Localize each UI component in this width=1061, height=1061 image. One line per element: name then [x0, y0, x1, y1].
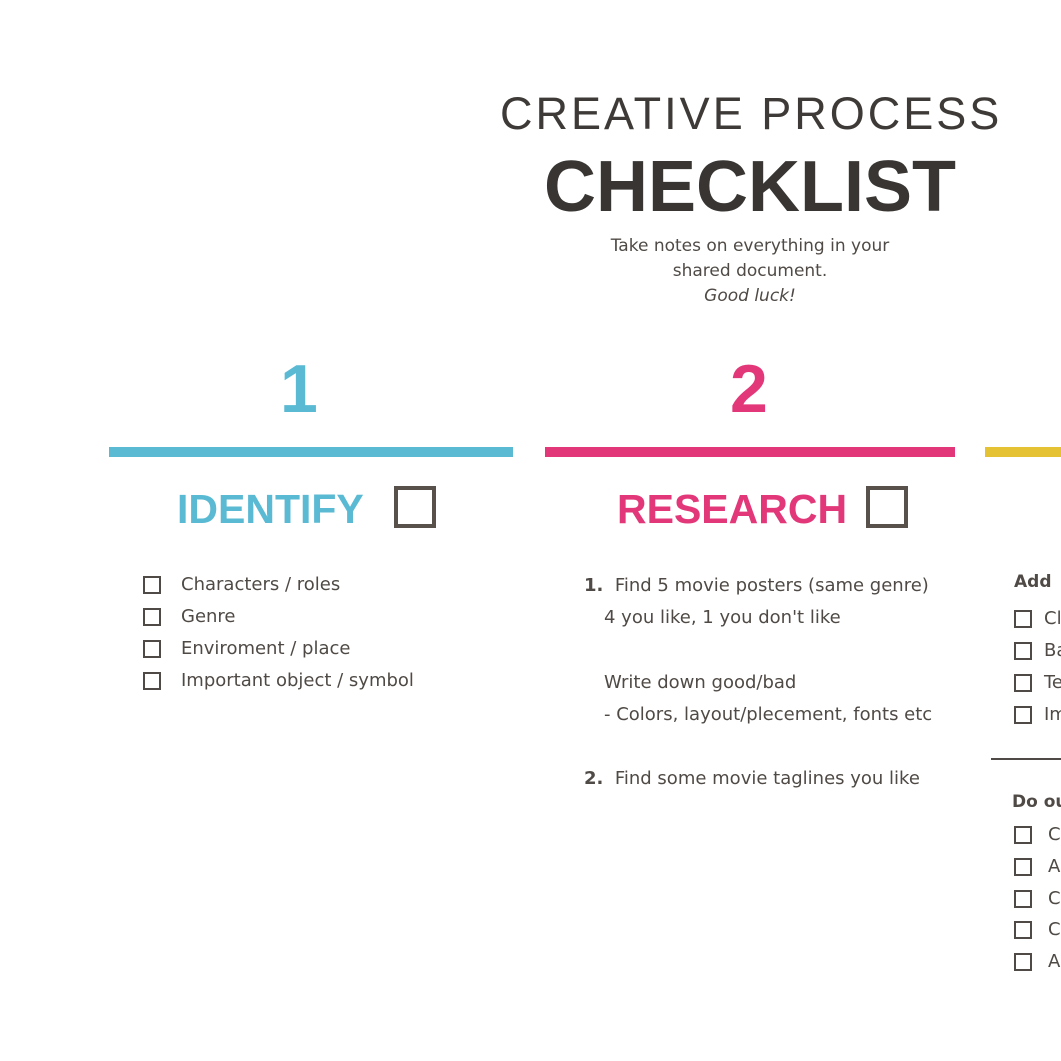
list-item[interactable]: C [1014, 824, 1061, 845]
step-1-checkbox[interactable] [394, 486, 436, 528]
list-item[interactable]: Cl [1014, 608, 1061, 629]
checkbox[interactable] [1014, 609, 1032, 628]
list-item[interactable]: Ba [1014, 640, 1061, 661]
checkbox[interactable] [143, 639, 161, 658]
item-label: C [1048, 888, 1061, 909]
research-item-2: 2. Find some movie taglines you like [584, 768, 920, 789]
item-label: Important object / symbol [181, 670, 414, 691]
good-luck-text: Good luck! [704, 286, 796, 306]
checkbox[interactable] [143, 607, 161, 626]
checkbox[interactable] [1014, 641, 1032, 660]
item-line: 4 you like, 1 you don't like [604, 607, 841, 628]
item-number: 2. [584, 768, 604, 789]
step-number-1: 1 [280, 351, 318, 427]
checkbox[interactable] [1014, 952, 1032, 971]
list-item[interactable]: Characters / roles [143, 574, 340, 595]
item-label: Te [1044, 672, 1061, 693]
step-3-divider [985, 447, 1061, 457]
checkbox[interactable] [1014, 825, 1032, 844]
list-item[interactable]: Genre [143, 606, 236, 627]
note-line: shared document. [672, 261, 828, 281]
page-title: CHECKLIST [544, 147, 956, 227]
item-label: A [1048, 856, 1061, 877]
title-line-1: CREATIVE PROCESS [500, 88, 1003, 139]
checkbox[interactable] [1014, 920, 1032, 939]
step-number-2: 2 [730, 351, 768, 427]
list-item[interactable]: C [1014, 919, 1061, 940]
list-item[interactable]: A [1014, 951, 1060, 972]
item-label: Im [1044, 704, 1061, 725]
step-1-divider [109, 447, 513, 457]
note-line: Take notes on everything in your [610, 236, 890, 256]
list-item[interactable]: Important object / symbol [143, 670, 414, 691]
item-label: Enviroment / place [181, 638, 351, 659]
list-item[interactable]: A [1014, 856, 1060, 877]
item-line: Write down good/bad [604, 672, 797, 693]
section-divider [991, 758, 1061, 760]
subtitle: Take notes on everything in your shared … [560, 234, 940, 309]
list-item[interactable]: Enviroment / place [143, 638, 350, 659]
item-line: - Colors, layout/plecement, fonts etc [604, 704, 933, 725]
item-label: C [1048, 919, 1061, 940]
item-line: Find some movie taglines you like [614, 768, 920, 789]
item-line: Find 5 movie posters (same genre) [614, 575, 929, 596]
step-2-divider [545, 447, 955, 457]
checkbox[interactable] [1014, 705, 1032, 724]
list-item[interactable]: Im [1014, 704, 1061, 725]
research-item-1: 1. Find 5 movie posters (same genre) [584, 575, 929, 596]
checkbox[interactable] [1014, 889, 1032, 908]
section-label: Do ou [1012, 792, 1061, 812]
step-3-column: Add Cl Ba Te Im Do ou C A C C A [990, 560, 1061, 1000]
list-item[interactable]: Te [1014, 672, 1061, 693]
checkbox[interactable] [1014, 673, 1032, 692]
list-item[interactable]: C [1014, 888, 1061, 909]
item-label: C [1048, 824, 1061, 845]
item-label: Cl [1044, 608, 1061, 629]
step-2-title: RESEARCH [617, 486, 848, 532]
checkbox[interactable] [143, 671, 161, 690]
checkbox[interactable] [143, 575, 161, 594]
step-2-checkbox[interactable] [866, 486, 908, 528]
item-label: Characters / roles [181, 574, 341, 595]
item-label: Ba [1044, 640, 1061, 661]
item-number: 1. [584, 575, 604, 596]
item-label: Genre [181, 606, 236, 627]
section-label: Add [1014, 572, 1052, 592]
item-label: A [1048, 951, 1061, 972]
checkbox[interactable] [1014, 857, 1032, 876]
step-1-title: IDENTIFY [177, 486, 364, 532]
